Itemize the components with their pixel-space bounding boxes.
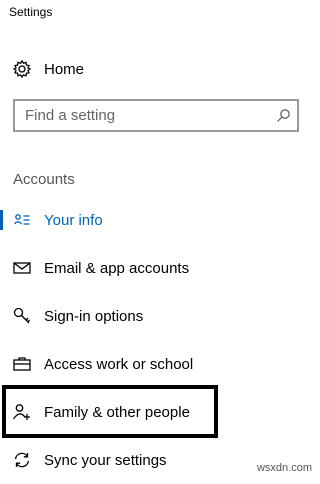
gear-icon <box>12 59 32 79</box>
nav-item-label: Access work or school <box>44 355 194 373</box>
nav-item-label: Family & other people <box>44 403 190 421</box>
nav-item-label: Sign-in options <box>44 307 144 325</box>
search-input[interactable] <box>15 101 265 130</box>
nav-item-email-app-accounts[interactable]: Email & app accounts <box>0 244 310 292</box>
sync-icon <box>14 452 30 468</box>
nav-item-sign-in-options[interactable]: Sign-in options <box>0 292 310 340</box>
nav-item-sync-settings[interactable]: Sync your settings <box>0 436 310 484</box>
watermark: wsxdn.com <box>256 462 312 474</box>
key-icon <box>13 307 31 324</box>
envelope-icon <box>13 262 31 274</box>
briefcase-icon <box>13 357 31 371</box>
person-card-icon <box>13 214 30 225</box>
accounts-section-header: Accounts <box>13 171 75 188</box>
nav-item-family-other-people[interactable]: Family & other people <box>0 388 310 436</box>
nav-item-your-info[interactable]: Your info <box>0 196 310 244</box>
nav-item-label: Email & app accounts <box>44 259 190 277</box>
search-box[interactable] <box>13 99 299 132</box>
nav-item-label: Your info <box>44 211 103 229</box>
home-label: Home <box>44 60 85 78</box>
nav-item-label: Sync your settings <box>44 451 167 469</box>
home-nav-item[interactable]: Home <box>12 57 84 81</box>
search-icon[interactable] <box>276 108 291 123</box>
selection-indicator <box>0 210 3 230</box>
add-person-icon <box>12 404 30 420</box>
nav-item-access-work-school[interactable]: Access work or school <box>0 340 310 388</box>
window-title: Settings <box>9 5 53 19</box>
